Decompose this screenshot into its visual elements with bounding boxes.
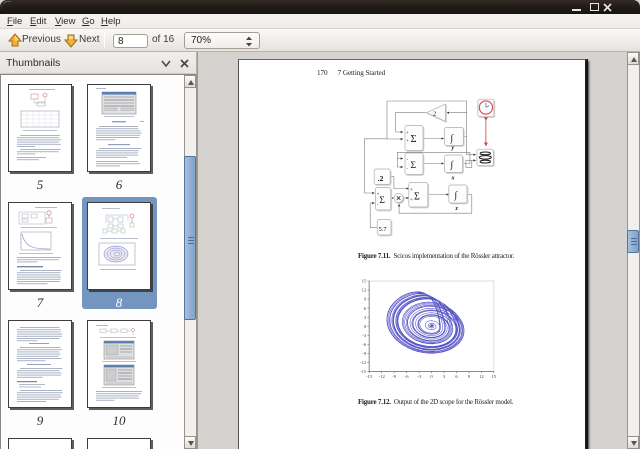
svg-text:-3: -3: [417, 374, 422, 379]
svg-text:0: 0: [364, 324, 367, 329]
svg-text:Σ: Σ: [414, 192, 420, 203]
svg-text:6: 6: [364, 306, 367, 311]
svg-text:-6: -6: [405, 374, 410, 379]
svg-text:9: 9: [364, 297, 367, 302]
svg-text:-6: -6: [362, 342, 367, 347]
svg-text:-9: -9: [392, 374, 397, 379]
svg-text:15: 15: [362, 279, 367, 284]
svg-text:3: 3: [443, 374, 446, 379]
svg-text:-9: -9: [362, 351, 367, 356]
svg-text:3: 3: [364, 315, 367, 320]
svg-text:Σ: Σ: [411, 134, 417, 145]
svg-text:15: 15: [492, 374, 497, 379]
svg-text:+: +: [410, 187, 413, 192]
svg-text:-3: -3: [362, 333, 367, 338]
svg-text:-15: -15: [360, 369, 367, 374]
svg-text:-15: -15: [366, 374, 373, 379]
svg-text:+: +: [406, 130, 409, 135]
svg-text:5.7: 5.7: [379, 226, 388, 233]
svg-text:0: 0: [430, 374, 433, 379]
svg-text:2: 2: [433, 111, 436, 118]
svg-text:-12: -12: [360, 360, 367, 365]
svg-text:+: +: [406, 138, 409, 143]
svg-text:12: 12: [362, 288, 367, 293]
svg-text:x: x: [451, 176, 455, 182]
svg-text:Σ: Σ: [411, 161, 417, 171]
svg-text:+: +: [410, 197, 413, 202]
svg-text:12: 12: [479, 374, 484, 379]
svg-text:-12: -12: [379, 374, 386, 379]
svg-text:.2: .2: [378, 174, 384, 183]
svg-text:y: y: [451, 146, 455, 152]
svg-text:Σ: Σ: [379, 196, 385, 206]
svg-text:+: +: [377, 192, 380, 197]
svg-text:z: z: [455, 206, 459, 212]
svg-text:6: 6: [455, 374, 458, 379]
svg-text:9: 9: [468, 374, 471, 379]
